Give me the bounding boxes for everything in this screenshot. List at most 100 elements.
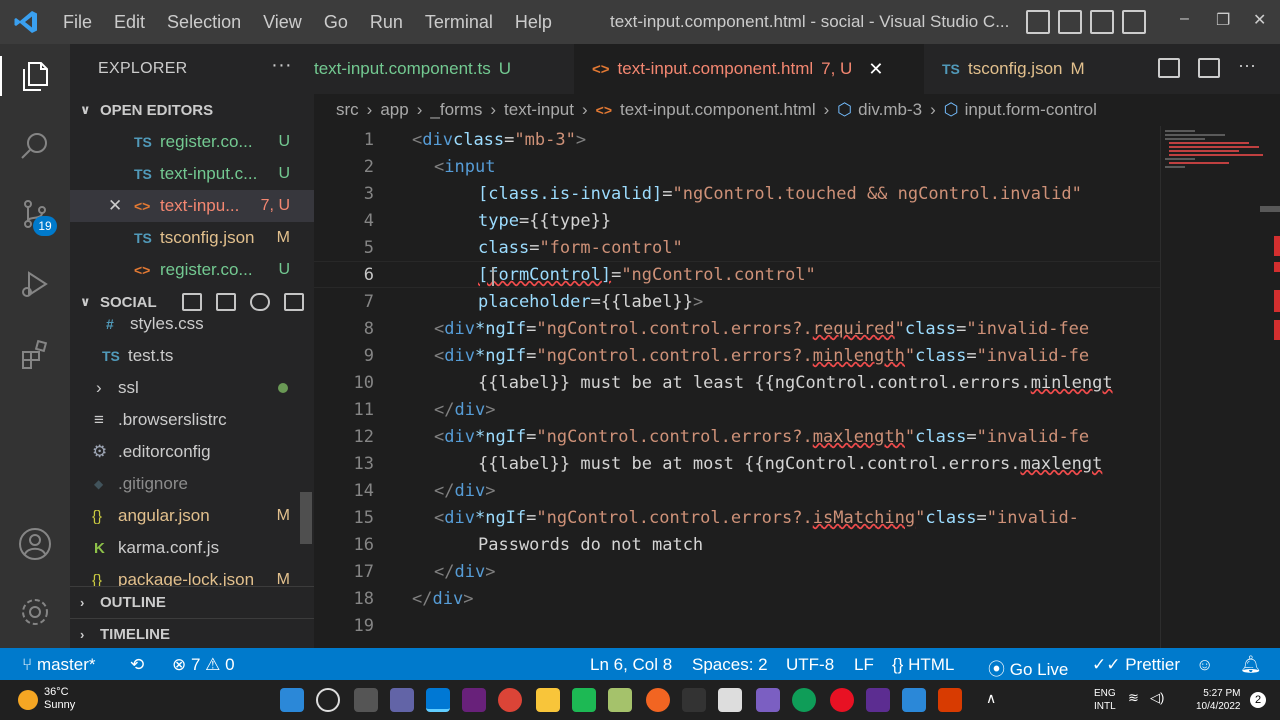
settings-gear-icon[interactable]	[15, 592, 55, 632]
file-item[interactable]: TS test.ts	[70, 340, 314, 372]
visual-studio-icon[interactable]	[462, 688, 486, 712]
maximize-button[interactable]: ❐	[1216, 10, 1230, 30]
task-view-icon[interactable]	[354, 688, 378, 712]
tab-text-input-ts[interactable]: text-input.component.ts U	[314, 44, 574, 94]
toggle-primary-sidebar-icon[interactable]	[1026, 10, 1050, 34]
edge-icon[interactable]	[792, 688, 816, 712]
app-icon[interactable]	[938, 688, 962, 712]
file-explorer-icon[interactable]	[536, 688, 560, 712]
breadcrumb-item[interactable]: text-input.component.html	[620, 100, 816, 120]
opera-icon[interactable]	[830, 688, 854, 712]
line-ending[interactable]: LF	[854, 655, 874, 675]
language-indicator[interactable]: ENG INTL	[1094, 687, 1116, 713]
close-window-button[interactable]: ✕	[1253, 10, 1266, 30]
sync-icon[interactable]: ⟲	[130, 655, 144, 675]
tray-overflow-icon[interactable]: ∧	[986, 690, 996, 707]
folder-item[interactable]: › ssl	[70, 372, 314, 404]
outline-header[interactable]: › OUTLINE	[70, 587, 314, 618]
open-editor-item[interactable]: TS register.co... U	[70, 126, 314, 158]
visual-studio-preview-icon[interactable]	[756, 688, 780, 712]
menu-terminal[interactable]: Terminal	[414, 12, 504, 33]
menu-edit[interactable]: Edit	[103, 12, 156, 33]
open-editors-header[interactable]: ∨ OPEN EDITORS	[70, 94, 314, 126]
menu-run[interactable]: Run	[359, 12, 414, 33]
minimap[interactable]	[1160, 126, 1280, 648]
more-actions-icon[interactable]: ···	[271, 54, 292, 77]
explorer-icon[interactable]	[0, 56, 70, 96]
line-number-label: 1	[363, 129, 374, 150]
volume-icon[interactable]: ◁)	[1150, 690, 1164, 706]
customize-layout-icon[interactable]	[1122, 10, 1146, 34]
snipping-tool-icon[interactable]	[718, 688, 742, 712]
element-symbol-icon: ⬡	[943, 100, 959, 119]
close-editor-icon[interactable]: ✕	[108, 196, 134, 216]
file-item[interactable]: # styles.css	[70, 308, 314, 340]
code-editor[interactable]: 1 2 3 4 5 6 7 8 9 10 11 12 13 14 15 16 17 18 19 < div class…	[314, 126, 1160, 648]
split-editor-icon[interactable]	[1198, 58, 1220, 78]
run-debug-icon[interactable]	[15, 264, 55, 304]
menu-go[interactable]: Go	[313, 12, 359, 33]
language-mode[interactable]: {} HTML	[892, 655, 954, 675]
clock[interactable]: 5:27 PM 10/4/2022	[1196, 687, 1241, 713]
open-editor-item-active[interactable]: ✕ <> text-inpu... 7, U	[70, 190, 314, 222]
notepad-plus-icon[interactable]	[608, 688, 632, 712]
tab-text-input-html[interactable]: <> text-input.component.html 7, U ✕	[574, 44, 924, 94]
go-live-button[interactable]: ⦿ Go Live	[988, 655, 1068, 680]
close-tab-icon[interactable]: ✕	[868, 59, 883, 80]
breadcrumb-item[interactable]: app	[380, 100, 408, 120]
file-item[interactable]: {} angular.json M	[70, 500, 314, 532]
extensions-icon[interactable]	[15, 334, 55, 374]
branch-indicator[interactable]: ⑂ master*	[22, 655, 96, 675]
indentation[interactable]: Spaces: 2	[692, 655, 768, 675]
problems-indicator[interactable]: ⊗ 7 ⚠ 0	[172, 655, 235, 675]
open-editor-item[interactable]: TS tsconfig.json M	[70, 222, 314, 254]
menu-view[interactable]: View	[252, 12, 313, 33]
breadcrumb-item[interactable]: src	[336, 100, 359, 120]
terminal-icon[interactable]	[682, 688, 706, 712]
breadcrumb-item[interactable]: _forms	[430, 100, 482, 120]
minimize-button[interactable]: –	[1180, 10, 1189, 28]
file-item[interactable]: K karma.conf.js	[70, 532, 314, 564]
account-icon[interactable]	[15, 524, 55, 564]
vscode-taskbar-icon[interactable]	[426, 688, 450, 712]
wifi-icon[interactable]: ≋	[1128, 690, 1139, 706]
chrome-icon[interactable]	[498, 688, 522, 712]
file-item[interactable]: ≡ .browserslistrc	[70, 404, 314, 436]
scrollbar-slider[interactable]	[1260, 206, 1280, 212]
app-icon[interactable]	[572, 688, 596, 712]
notifications-bell-icon[interactable]: 🔔︎	[1240, 655, 1262, 675]
teams-chat-icon[interactable]	[390, 688, 414, 712]
notepad-icon[interactable]	[902, 688, 926, 712]
toggle-secondary-sidebar-icon[interactable]	[1090, 10, 1114, 34]
more-actions-icon[interactable]: ···	[1238, 56, 1260, 78]
file-item[interactable]: ◆ .gitignore	[70, 468, 314, 500]
tab-tsconfig[interactable]: TS tsconfig.json M	[924, 44, 1104, 94]
menu-file[interactable]: File	[52, 12, 103, 33]
open-changes-icon[interactable]	[1158, 58, 1180, 78]
sidebar-scrollbar[interactable]	[300, 492, 312, 544]
cursor-position[interactable]: Ln 6, Col 8	[590, 655, 672, 675]
toggle-panel-icon[interactable]	[1058, 10, 1082, 34]
weather-widget[interactable]: 36°C Sunny	[44, 686, 75, 712]
encoding[interactable]: UTF-8	[786, 655, 834, 675]
line-number-label: 19	[353, 615, 374, 636]
feedback-icon[interactable]: ☺	[1196, 655, 1213, 675]
open-editor-item[interactable]: TS text-input.c... U	[70, 158, 314, 190]
file-item[interactable]: ⚙ .editorconfig	[70, 436, 314, 468]
notification-badge[interactable]: 2	[1250, 692, 1266, 708]
timeline-header[interactable]: › TIMELINE	[70, 618, 314, 649]
weather-sun-icon[interactable]	[18, 690, 38, 710]
breadcrumb-item[interactable]: input.form-control	[965, 100, 1097, 120]
prettier-button[interactable]: ✓✓ Prettier	[1092, 655, 1180, 675]
windows-start-icon[interactable]	[280, 688, 304, 712]
breadcrumb-item[interactable]: text-input	[504, 100, 574, 120]
breadcrumb-item[interactable]: div.mb-3	[858, 100, 922, 120]
menu-selection[interactable]: Selection	[156, 12, 252, 33]
typescript-file-icon: TS	[134, 166, 152, 182]
taskbar-search-icon[interactable]	[316, 688, 340, 712]
search-icon[interactable]	[15, 126, 55, 166]
menu-help[interactable]: Help	[504, 12, 563, 33]
open-editor-item[interactable]: <> register.co... U	[70, 254, 314, 286]
postman-icon[interactable]	[646, 688, 670, 712]
powershell-icon[interactable]	[866, 688, 890, 712]
